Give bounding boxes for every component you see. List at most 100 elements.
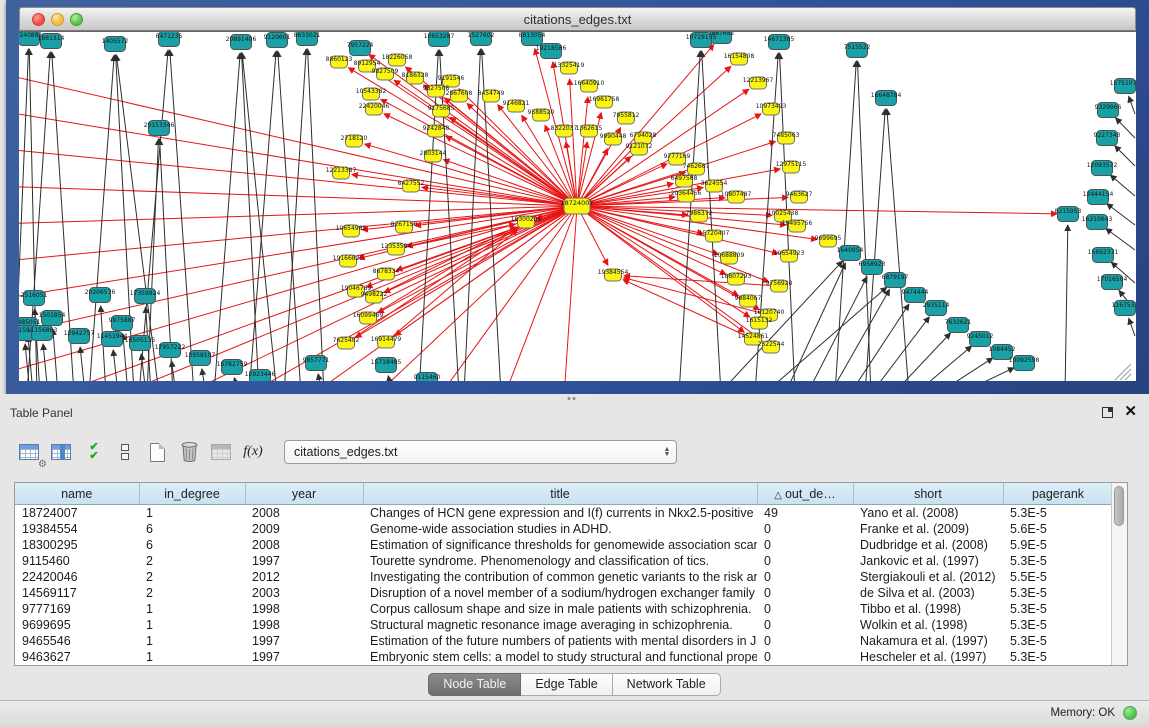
graph-node-label: 8860123: [326, 56, 353, 63]
graph-node-label: 19654923: [774, 250, 805, 257]
graph-node-label: 16120740: [754, 309, 785, 316]
table-panel-header: Table Panel ✕: [0, 400, 1149, 426]
citation-edge-black[interactable]: [937, 358, 993, 381]
table-cell: 2009: [245, 521, 363, 537]
citation-edge-black[interactable]: [53, 329, 58, 381]
citation-edge-black[interactable]: [202, 369, 206, 381]
citation-edge-black[interactable]: [865, 109, 885, 381]
graph-node-label: 3624554: [701, 180, 728, 187]
window-title: citations_edges.txt: [20, 12, 1135, 27]
citation-edge-black[interactable]: [893, 333, 950, 381]
column-header-in_degree[interactable]: in_degree: [139, 483, 245, 505]
citation-edge-black[interactable]: [887, 109, 909, 381]
citation-edge-red[interactable]: [564, 206, 577, 381]
table-row[interactable]: 1938455462009Genome-wide association stu…: [15, 521, 1111, 537]
graph-node-label: 1881314: [38, 35, 65, 42]
table-settings-button[interactable]: ⚙: [14, 438, 44, 466]
graph-node-label: 17016504: [1097, 276, 1128, 283]
citation-edge-black[interactable]: [1065, 225, 1068, 381]
select-rows-button[interactable]: ✔✔: [78, 438, 108, 466]
resize-grip-icon[interactable]: [1120, 369, 1131, 380]
citation-edge-black[interactable]: [1129, 96, 1135, 114]
table-cell: Embryonic stem cells: a model to study s…: [363, 649, 757, 665]
table-row[interactable]: 969969511998Structural magnetic resonanc…: [15, 617, 1111, 633]
graph-node-label: 19218586: [536, 45, 567, 52]
table-cell: 6: [139, 521, 245, 537]
row-options-button[interactable]: [110, 438, 140, 466]
graph-node-label: 8267150: [391, 221, 418, 228]
citation-edge-black[interactable]: [1115, 146, 1135, 166]
network-view-window: citations_edges.txt 88601238912954182260…: [6, 0, 1149, 394]
citation-edge-red[interactable]: [19, 110, 577, 206]
table-selector-dropdown[interactable]: citations_edges.txt ▲▼: [284, 440, 677, 464]
table-cell: Yano et al. (2008): [853, 505, 1003, 522]
table-row[interactable]: 911546021997Tourette syndrome. Phenomeno…: [15, 553, 1111, 569]
citation-edge-black[interactable]: [1106, 229, 1135, 250]
column-header-name[interactable]: name: [15, 483, 139, 505]
citation-edge-black[interactable]: [1129, 318, 1135, 336]
graph-node-label: 1084452: [989, 346, 1016, 353]
column-header-year[interactable]: year: [245, 483, 363, 505]
graph-node-label: 19166825: [333, 255, 364, 262]
citation-edge-black[interactable]: [80, 347, 85, 381]
tab-node-table[interactable]: Node Table: [428, 673, 521, 696]
new-table-button[interactable]: [142, 438, 172, 466]
graph-node-label: 1615132: [746, 317, 773, 324]
citation-edge-red[interactable]: [623, 280, 753, 339]
column-header-pagerank[interactable]: pagerank: [1003, 483, 1111, 505]
table-cell: 1997: [245, 553, 363, 569]
graph-node-label: 9242848: [423, 125, 450, 132]
table-cell: de Silva et al. (2003): [853, 585, 1003, 601]
citation-network-graph[interactable]: 8860123891295418226058982750981863281054…: [19, 32, 1136, 381]
select-column-button[interactable]: [46, 438, 76, 466]
table-cell: 5.3E-5: [1003, 633, 1111, 649]
graph-node-label: 13958107: [185, 352, 216, 359]
citation-edge-black[interactable]: [43, 344, 48, 381]
citation-edge-black[interactable]: [113, 350, 118, 381]
scrollbar-thumb[interactable]: [1114, 486, 1124, 526]
network-canvas[interactable]: 8860123891295418226058982750981863281054…: [19, 31, 1136, 381]
column-header-short[interactable]: short: [853, 483, 1003, 505]
citation-edge-black[interactable]: [915, 346, 972, 381]
table-cell: 9777169: [15, 601, 139, 617]
table-cell: 18724007: [15, 505, 139, 522]
graph-node-label: 18300295: [511, 216, 542, 223]
citation-edge-black[interactable]: [170, 50, 194, 381]
graph-node-label: 8322037: [551, 125, 578, 132]
float-panel-icon[interactable]: [1102, 407, 1113, 418]
column-header-out_de[interactable]: △out_de…: [757, 483, 853, 505]
graph-node-label: 9756928: [766, 280, 793, 287]
resize-grip-icon[interactable]: [1125, 374, 1131, 380]
citation-edge-black[interactable]: [278, 51, 301, 381]
citation-edge-black[interactable]: [141, 354, 146, 381]
graph-node-label: 1362615: [576, 125, 603, 132]
table-row[interactable]: 946554611997Estimation of the future num…: [15, 633, 1111, 649]
window-titlebar[interactable]: citations_edges.txt: [19, 7, 1136, 31]
close-panel-icon[interactable]: ✕: [1124, 404, 1137, 420]
graph-node-label: 18226058: [382, 54, 413, 61]
table-cell: 0: [757, 521, 853, 537]
table-row[interactable]: 977716911998Corpus callosum shape and si…: [15, 601, 1111, 617]
table-row[interactable]: 946362711997Embryonic stem cells: a mode…: [15, 649, 1111, 665]
table-row[interactable]: 1830029562008Estimation of significance …: [15, 537, 1111, 553]
table-row[interactable]: 1872400712008Changes of HCN gene express…: [15, 505, 1111, 522]
citation-edge-black[interactable]: [234, 378, 238, 381]
column-header-title[interactable]: title: [363, 483, 757, 505]
table-row[interactable]: 1456911722003Disruption of a novel membe…: [15, 585, 1111, 601]
tab-network-table[interactable]: Network Table: [613, 673, 721, 696]
table-row[interactable]: 2242004622012Investigating the contribut…: [15, 569, 1111, 585]
table-vertical-scrollbar[interactable]: [1111, 483, 1127, 665]
citation-edge-black[interactable]: [318, 374, 322, 381]
table-cell: 5.3E-5: [1003, 505, 1111, 522]
function-builder-button[interactable]: f(x): [238, 438, 268, 466]
citation-edge-red[interactable]: [346, 228, 517, 343]
citation-edge-red[interactable]: [395, 206, 577, 336]
import-table-button[interactable]: [206, 438, 236, 466]
delete-table-button[interactable]: [174, 438, 204, 466]
citation-edge-black[interactable]: [1110, 175, 1135, 196]
graph-node-label: 16648784: [871, 92, 902, 99]
graph-node-label: 2522544: [758, 341, 785, 348]
citation-edge-black[interactable]: [242, 53, 259, 381]
tab-edge-table[interactable]: Edge Table: [521, 673, 612, 696]
graph-node-label: 19384554: [598, 269, 629, 276]
